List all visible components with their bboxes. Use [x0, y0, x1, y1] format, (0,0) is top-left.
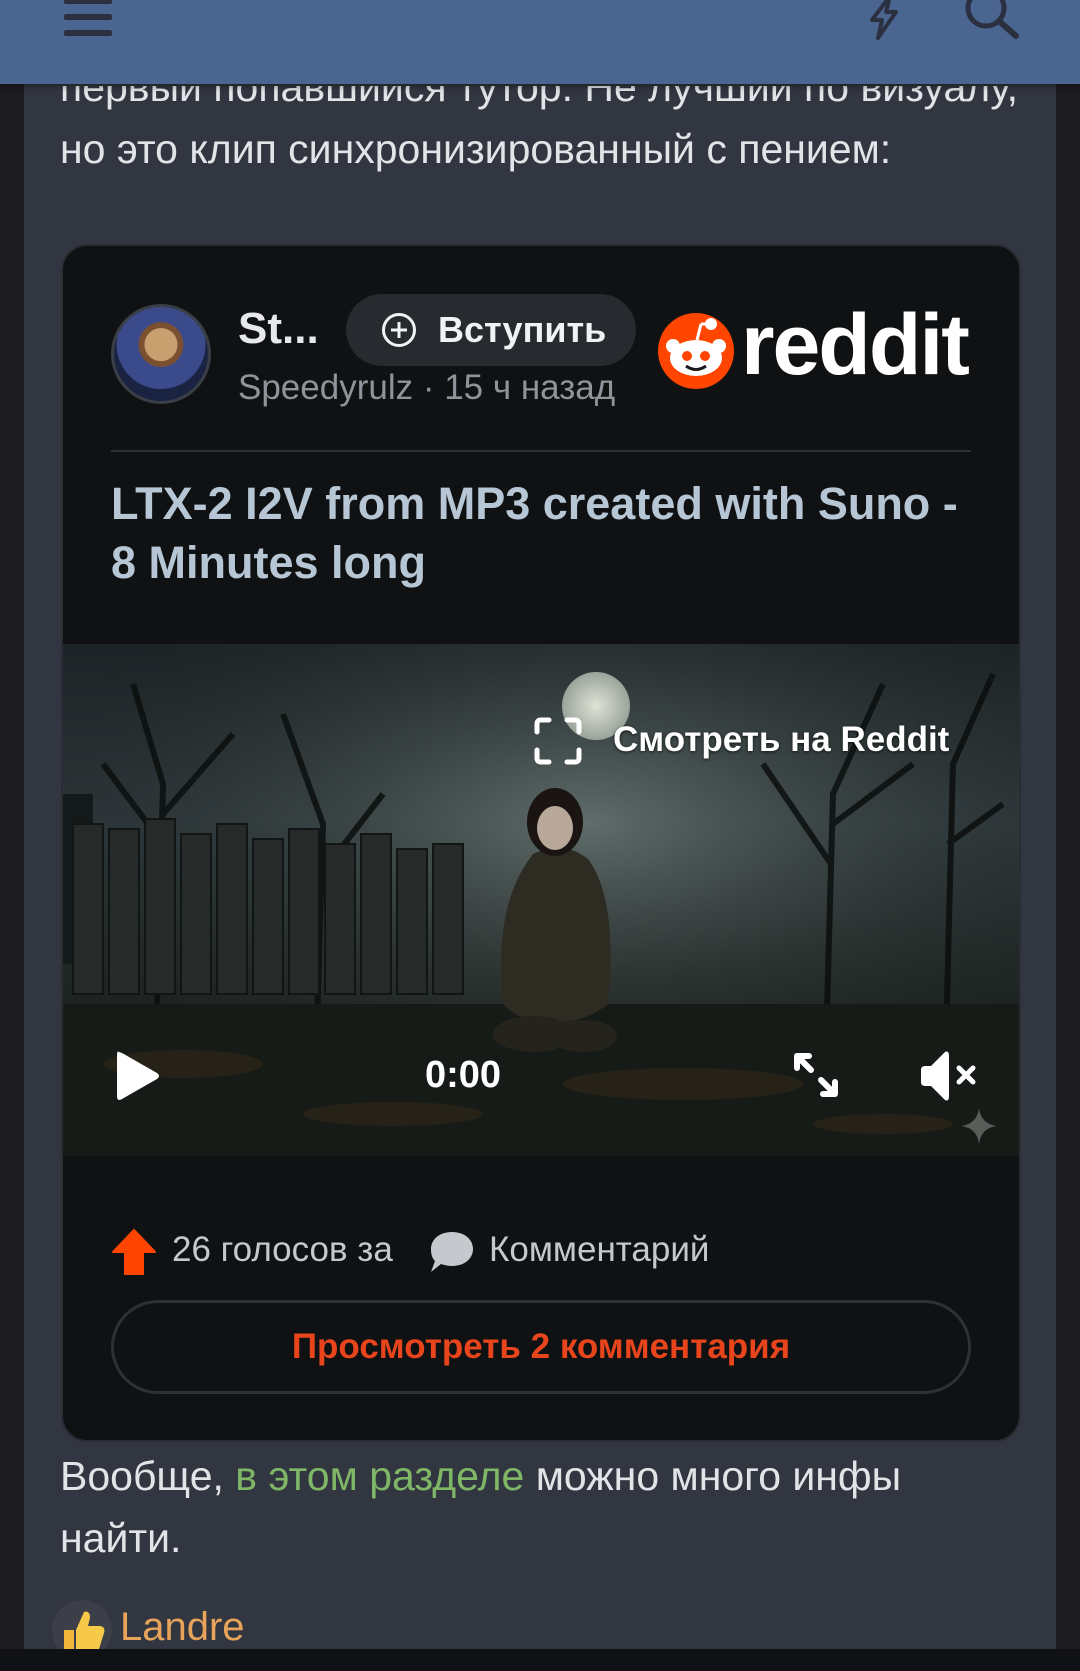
- plus-circle-icon: [382, 313, 416, 347]
- video-time: 0:00: [425, 1054, 502, 1096]
- bottom-bar: [0, 1649, 1080, 1671]
- post-title[interactable]: LTX-2 I2V from MP3 created with Suno - 8…: [111, 474, 971, 592]
- section-link[interactable]: в этом разделе: [235, 1453, 524, 1499]
- sparkle-icon: [961, 1108, 997, 1144]
- post-meta: Speedyrulz · 15 ч назад: [238, 368, 616, 407]
- fullscreen-bracket-icon[interactable]: [533, 716, 583, 766]
- join-button[interactable]: Вступить: [346, 294, 636, 366]
- search-icon[interactable]: [962, 0, 1022, 42]
- post-text-bottom: Вообще, в этом разделе можно много инфы …: [60, 1445, 1020, 1569]
- view-comments-button[interactable]: Просмотреть 2 комментария: [111, 1300, 971, 1394]
- join-label: Вступить: [438, 309, 607, 350]
- post-text-part: Вообще,: [60, 1453, 236, 1499]
- upvote-icon[interactable]: [111, 1228, 157, 1276]
- watch-on-reddit-link[interactable]: Смотреть на Reddit: [613, 720, 949, 760]
- subreddit-avatar[interactable]: [111, 304, 211, 404]
- lightning-icon[interactable]: [860, 0, 906, 40]
- menu-icon[interactable]: [64, 0, 112, 40]
- video-player[interactable]: Смотреть на Reddit 0:00: [63, 644, 1019, 1156]
- mute-icon[interactable]: [917, 1048, 981, 1104]
- expand-icon[interactable]: [791, 1050, 841, 1100]
- play-icon[interactable]: [113, 1048, 163, 1104]
- page: первый попавшийся тутор. Не лучший по ви…: [0, 0, 1080, 1671]
- comment-label[interactable]: Комментарий: [489, 1230, 709, 1270]
- reddit-logo-icon[interactable]: [657, 312, 735, 390]
- divider: [111, 450, 971, 452]
- comment-icon[interactable]: [429, 1230, 475, 1274]
- subreddit-name[interactable]: St...: [238, 304, 319, 354]
- reply-username[interactable]: Landre: [120, 1605, 245, 1650]
- reddit-wordmark[interactable]: reddit: [741, 296, 970, 395]
- vote-count: 26 голосов за: [172, 1230, 393, 1269]
- top-navigation-bar: [0, 0, 1080, 84]
- reddit-embed-card[interactable]: St... Вступить Speedyrulz · 15 ч назад r…: [61, 244, 1021, 1442]
